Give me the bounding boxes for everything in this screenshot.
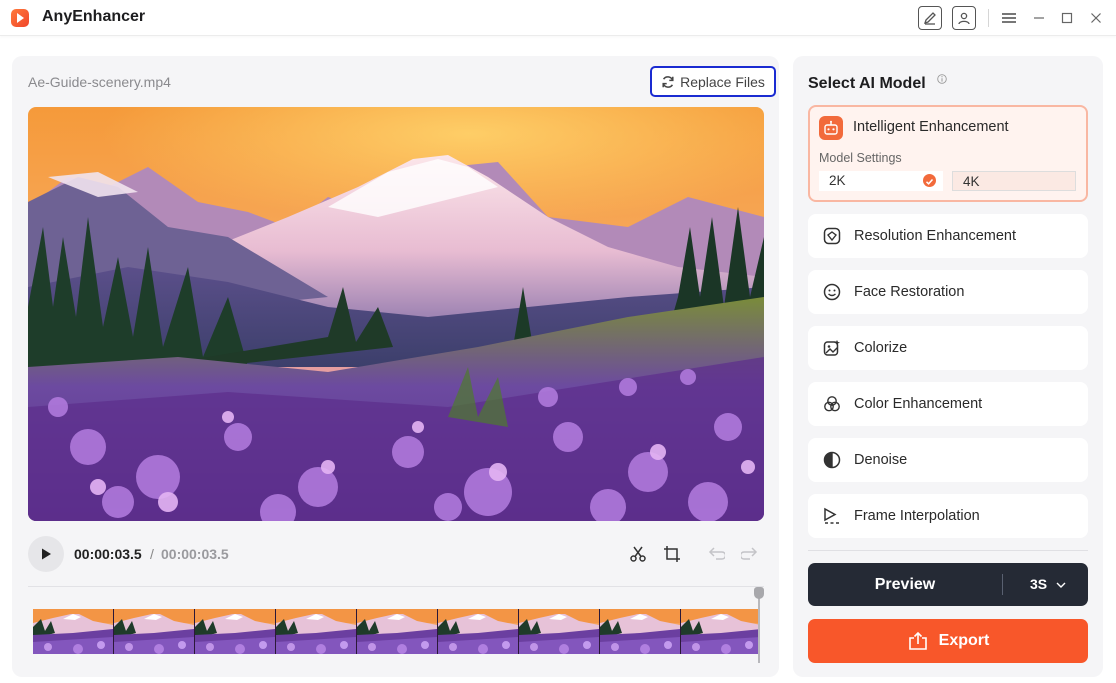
resolution-option-2k[interactable]: 2K bbox=[819, 171, 943, 191]
preview-label: Preview bbox=[874, 575, 936, 593]
resolution-option-4k[interactable]: 4K bbox=[952, 171, 1076, 191]
timeline-frame[interactable] bbox=[519, 609, 600, 654]
model-label: Intelligent Enhancement bbox=[853, 119, 1009, 135]
model-label: Color Enhancement bbox=[854, 396, 983, 412]
play-button[interactable] bbox=[28, 536, 64, 572]
minimize-icon[interactable] bbox=[1029, 8, 1049, 28]
replace-files-label: Replace Files bbox=[680, 73, 765, 90]
timeline-strip[interactable] bbox=[33, 609, 759, 654]
undo-icon[interactable] bbox=[706, 544, 726, 564]
play-icon bbox=[42, 548, 51, 560]
export-button[interactable]: Export bbox=[808, 619, 1088, 663]
title-bar: AnyEnhancer bbox=[0, 0, 1116, 36]
model-label: Face Restoration bbox=[854, 284, 965, 300]
model-card-colorize[interactable]: Colorize bbox=[808, 326, 1088, 370]
preview-duration-select[interactable]: 3S bbox=[1030, 576, 1047, 592]
file-name: Ae-Guide-scenery.mp4 bbox=[28, 74, 171, 90]
cut-icon[interactable] bbox=[628, 544, 648, 564]
model-label: Resolution Enhancement bbox=[854, 228, 1017, 244]
color-circles-icon bbox=[822, 394, 842, 414]
account-icon[interactable] bbox=[952, 6, 976, 30]
app-logo-icon bbox=[11, 9, 29, 27]
controls-divider bbox=[28, 586, 764, 587]
maximize-icon[interactable] bbox=[1057, 8, 1077, 28]
info-icon[interactable] bbox=[937, 71, 947, 89]
redo-icon[interactable] bbox=[740, 544, 760, 564]
denoise-icon bbox=[822, 450, 842, 470]
menu-icon[interactable] bbox=[999, 8, 1019, 28]
playhead-handle[interactable] bbox=[754, 587, 764, 599]
robot-icon bbox=[819, 116, 843, 140]
model-card-face-restoration[interactable]: Face Restoration bbox=[808, 270, 1088, 314]
export-icon bbox=[908, 631, 927, 650]
frame-interpolation-icon bbox=[822, 506, 842, 526]
timeline-frame[interactable] bbox=[33, 609, 114, 654]
feedback-edit-icon[interactable] bbox=[918, 6, 942, 30]
preview-button[interactable]: Preview 3S bbox=[808, 563, 1088, 606]
model-card-denoise[interactable]: Denoise bbox=[808, 438, 1088, 482]
replace-files-button[interactable]: Replace Files bbox=[650, 66, 776, 97]
check-icon bbox=[923, 174, 936, 187]
timeline-frame[interactable] bbox=[195, 609, 276, 654]
panel-divider bbox=[808, 550, 1088, 551]
face-icon bbox=[822, 282, 842, 302]
timeline-frame[interactable] bbox=[276, 609, 357, 654]
colorize-icon bbox=[822, 338, 842, 358]
app-title: AnyEnhancer bbox=[42, 8, 146, 25]
titlebar-divider bbox=[988, 9, 989, 27]
panel-title: Select AI Model bbox=[808, 75, 926, 92]
close-icon[interactable] bbox=[1086, 8, 1106, 28]
model-card-frame-interpolation[interactable]: Frame Interpolation bbox=[808, 494, 1088, 538]
playback-controls: 00:00:03.5 / 00:00:03.5 bbox=[28, 536, 764, 572]
refresh-icon bbox=[662, 75, 674, 88]
timeline-frame[interactable] bbox=[681, 609, 759, 654]
model-settings-label: Model Settings bbox=[819, 151, 902, 165]
model-card-color-enhancement[interactable]: Color Enhancement bbox=[808, 382, 1088, 426]
resolution-icon bbox=[822, 226, 842, 246]
time-separator: / bbox=[150, 546, 154, 562]
model-card-resolution-enhancement[interactable]: Resolution Enhancement bbox=[808, 214, 1088, 258]
playhead[interactable] bbox=[758, 593, 760, 663]
ai-model-panel: Select AI Model Intelligent Enhancement … bbox=[793, 56, 1103, 677]
total-time: 00:00:03.5 bbox=[161, 546, 229, 562]
model-label: Frame Interpolation bbox=[854, 508, 980, 524]
model-label: Denoise bbox=[854, 452, 908, 468]
current-time: 00:00:03.5 bbox=[74, 546, 142, 562]
model-card-intelligent-enhancement[interactable]: Intelligent Enhancement Model Settings 2… bbox=[808, 105, 1088, 202]
timeline-frame[interactable] bbox=[114, 609, 195, 654]
timeline-frame[interactable] bbox=[357, 609, 438, 654]
timeline-frame[interactable] bbox=[600, 609, 681, 654]
video-preview[interactable] bbox=[28, 107, 764, 521]
crop-icon[interactable] bbox=[662, 544, 682, 564]
export-label: Export bbox=[938, 632, 990, 649]
model-label: Colorize bbox=[854, 340, 908, 356]
timeline-frame[interactable] bbox=[438, 609, 519, 654]
editor-panel: Ae-Guide-scenery.mp4 Replace Files 00:00… bbox=[12, 56, 779, 677]
chevron-down-icon[interactable] bbox=[1055, 578, 1067, 596]
preview-divider bbox=[1002, 574, 1003, 595]
